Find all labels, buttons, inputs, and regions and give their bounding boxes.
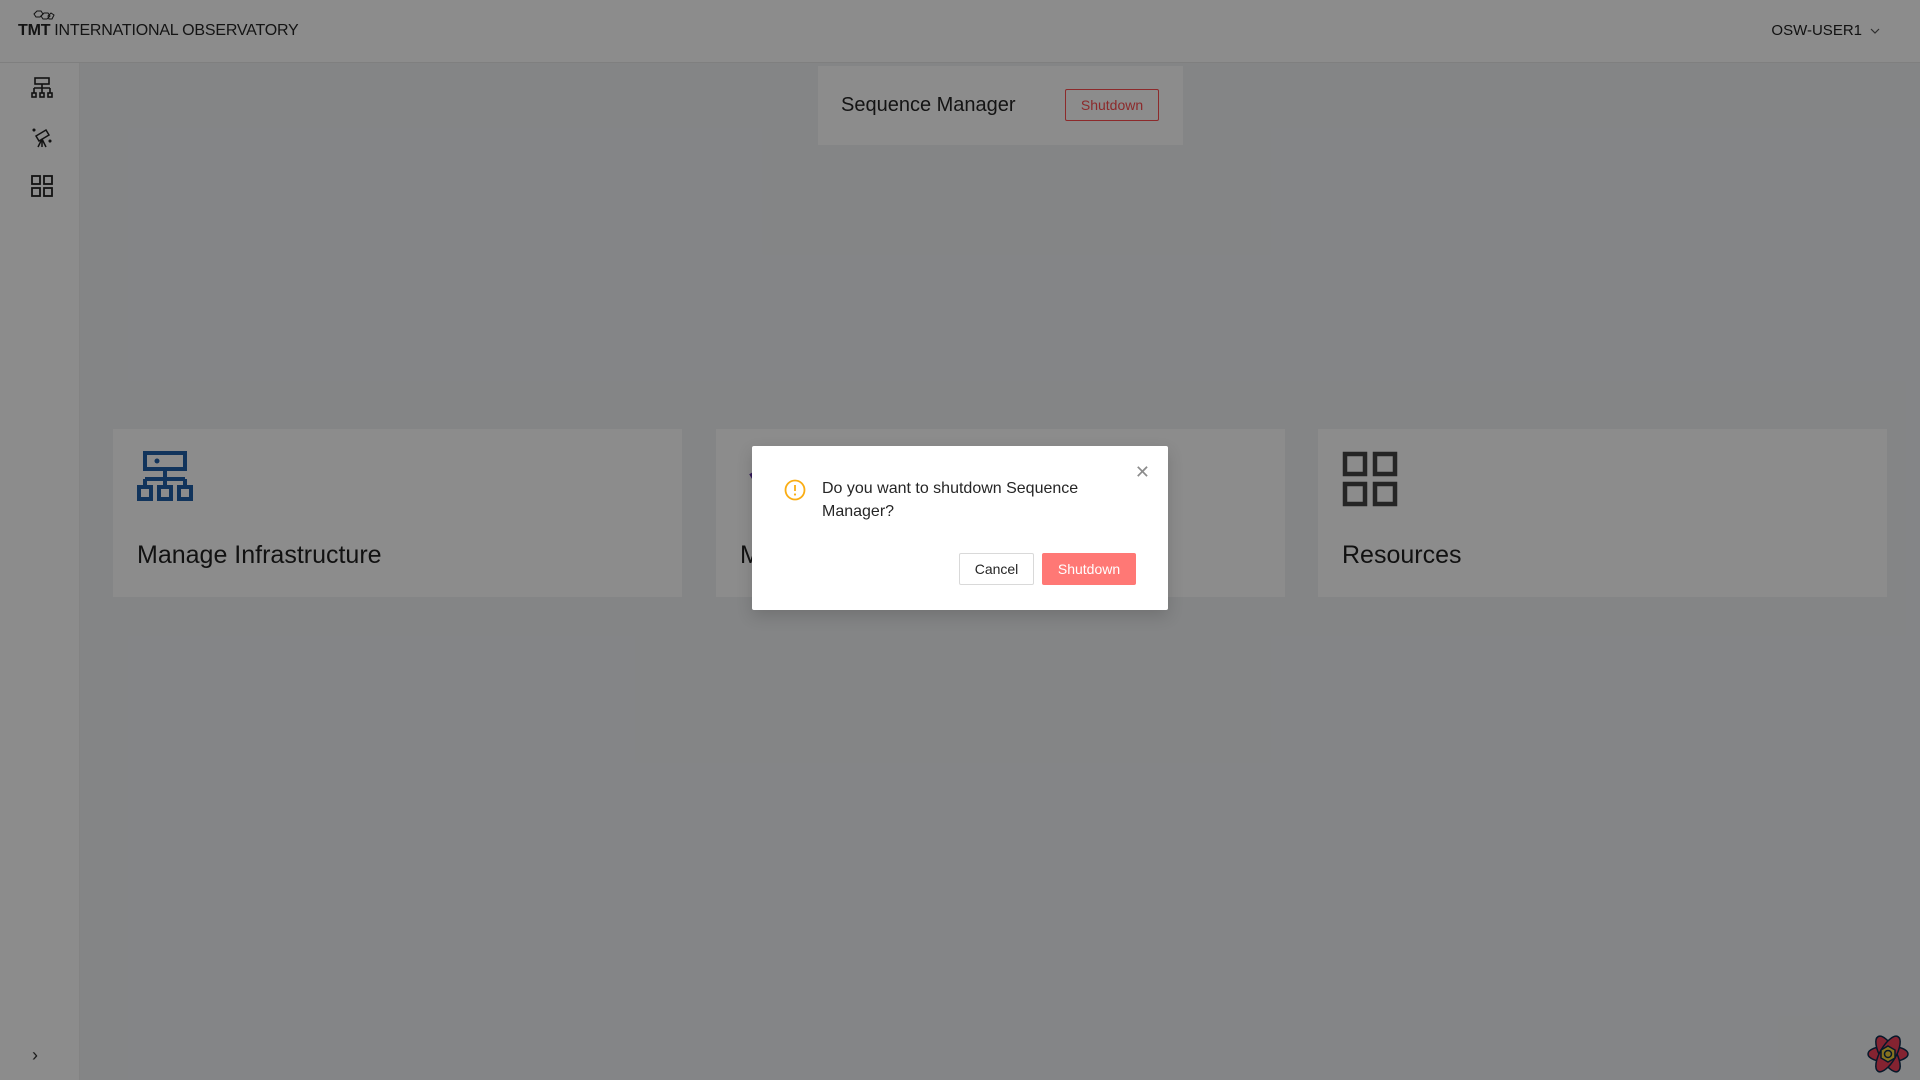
exclamation-circle-icon [784, 479, 806, 501]
dialog-message: Do you want to shutdown Sequence Manager… [822, 480, 1079, 520]
close-icon[interactable]: ✕ [1135, 462, 1150, 483]
confirm-shutdown-button[interactable]: Shutdown [1042, 553, 1136, 585]
confirm-shutdown-dialog: Do you want to shutdown Sequence Manager… [752, 446, 1168, 610]
cancel-button[interactable]: Cancel [959, 553, 1034, 585]
